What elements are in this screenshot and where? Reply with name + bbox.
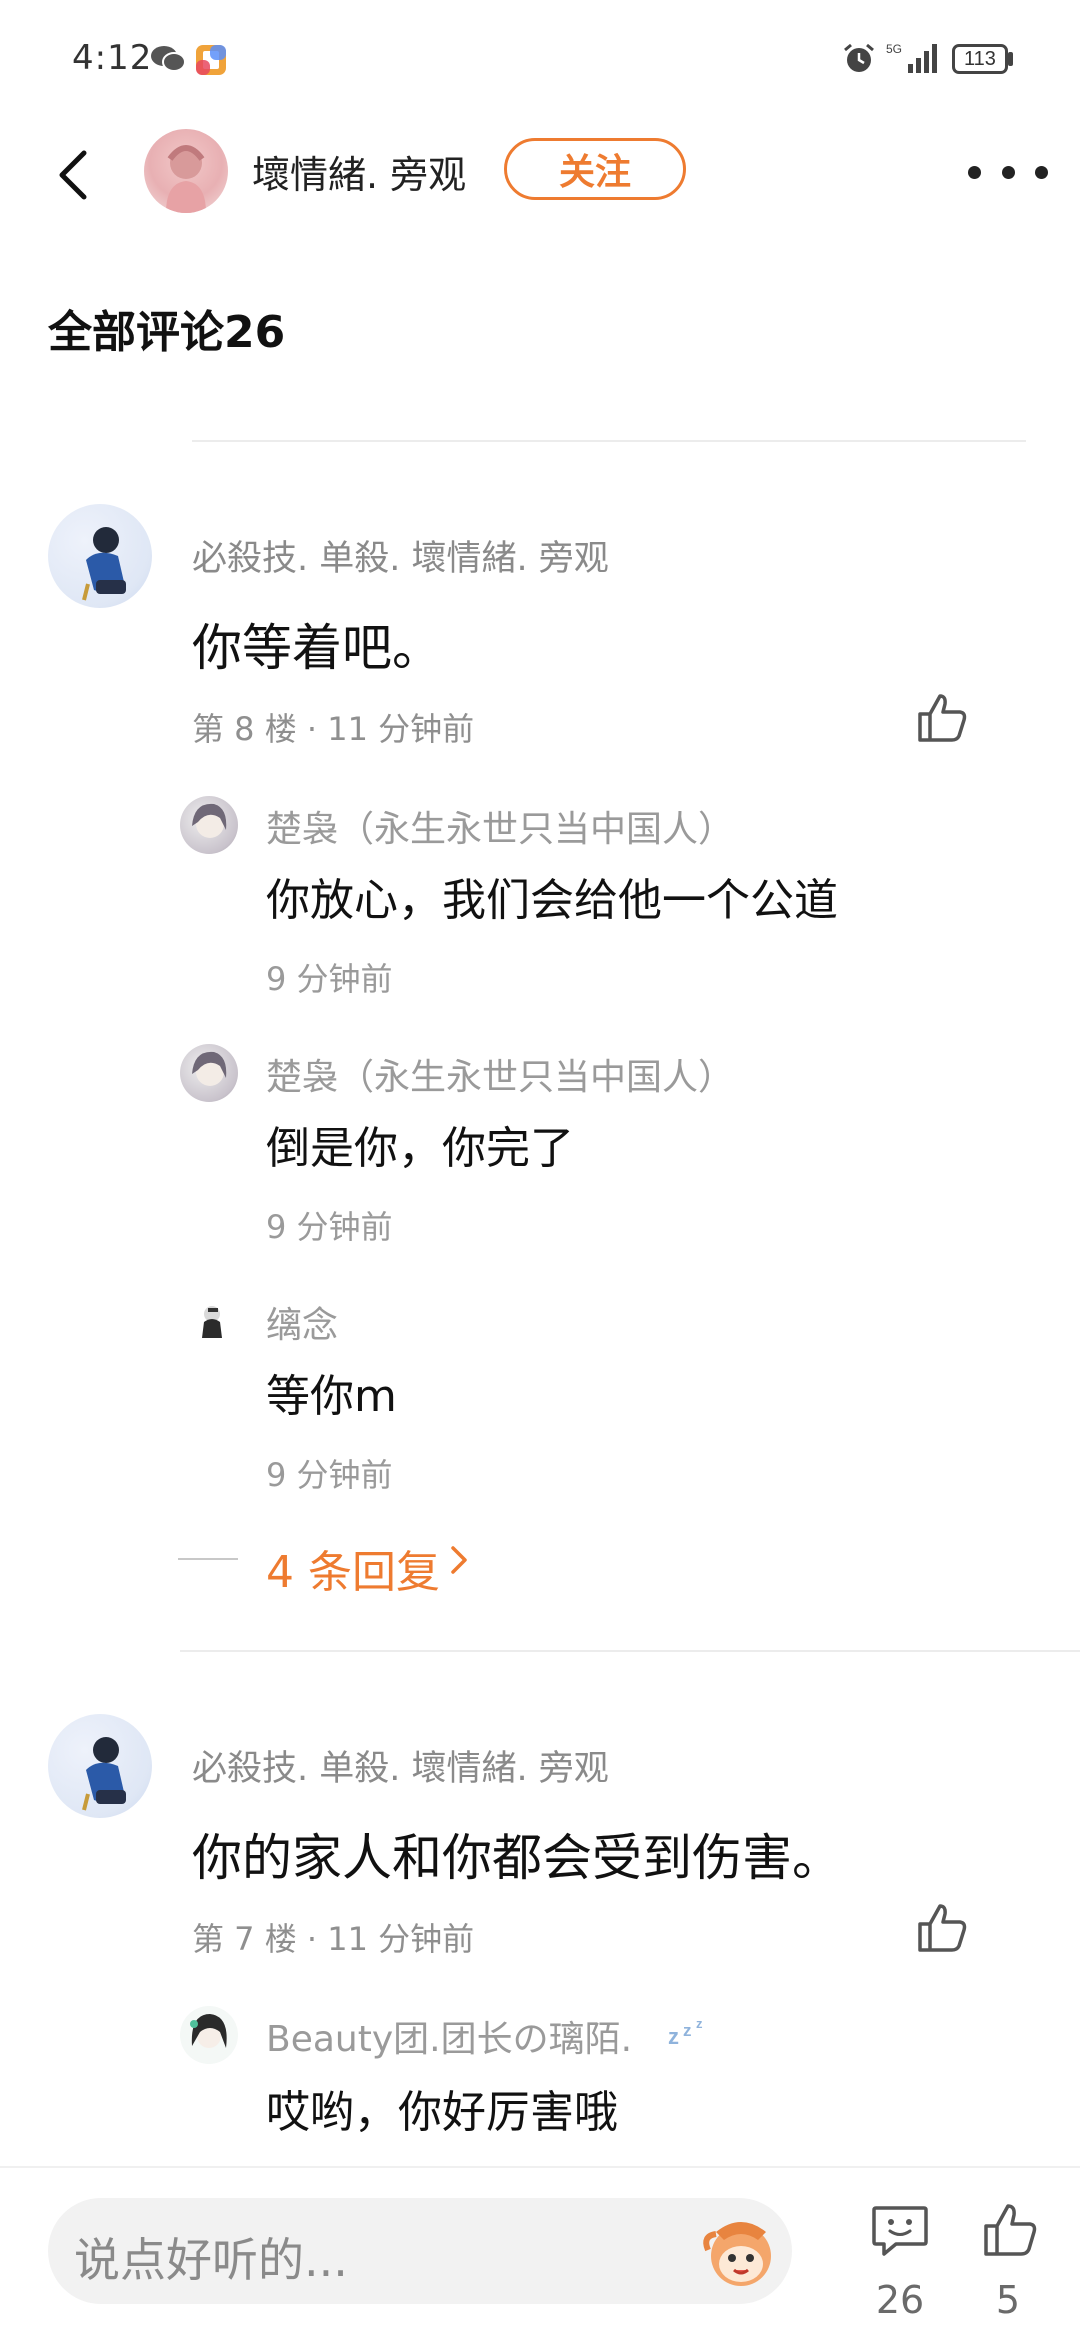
comment-meta: 第 8 楼 · 11 分钟前 <box>192 710 475 748</box>
more-replies-line <box>178 1558 238 1560</box>
more-options-icon[interactable] <box>968 152 1048 192</box>
svg-text:5G: 5G <box>886 42 902 56</box>
comment-avatar[interactable] <box>48 504 152 608</box>
reply-avatar[interactable] <box>180 2006 238 2064</box>
bottom-bar: 说点好听的... 26 5 <box>0 2166 1080 2340</box>
sleep-zzz-icon: z z z <box>668 2016 703 2048</box>
battery-icon: 113 <box>952 44 1008 74</box>
reply-text: 倒是你，你完了 <box>266 1123 574 1174</box>
svg-text:z: z <box>668 2024 679 2048</box>
reply-author[interactable]: 楚袅（永生永世只当中国人） <box>266 1048 734 1100</box>
reply-avatar[interactable] <box>180 796 238 854</box>
wechat-icon <box>151 46 186 72</box>
svg-text:z: z <box>683 2021 692 2040</box>
emoji-mascot-icon[interactable] <box>696 2206 786 2296</box>
status-time: 4:12 <box>72 38 153 78</box>
avatar-image <box>192 1051 227 1086</box>
reply-avatar[interactable] <box>180 1044 238 1102</box>
battery-tip <box>1008 52 1013 66</box>
avatar[interactable] <box>144 129 228 213</box>
like-count: 5 <box>995 2278 1021 2322</box>
signal-icon: 5G <box>886 42 937 73</box>
alarm-icon <box>844 43 874 72</box>
reply-time: 9 分钟前 <box>266 960 393 998</box>
back-button[interactable] <box>46 145 106 205</box>
comment-meta: 第 7 楼 · 11 分钟前 <box>192 1920 475 1958</box>
reply-author[interactable]: 楚袅（永生永世只当中国人） <box>266 800 734 852</box>
avatar-image <box>166 145 206 213</box>
avatar-image <box>82 1737 126 1811</box>
reply-text: 你放心，我们会给他一个公道 <box>266 875 838 926</box>
reply-text: 哎哟，你好厉害哦 <box>266 2087 618 2138</box>
app-notification-icon <box>196 45 226 75</box>
follow-button[interactable]: 关注 <box>504 138 686 200</box>
status-bar: 4:12 5G 113 <box>0 0 1080 120</box>
reply-time: 9 分钟前 <box>266 1456 393 1494</box>
comment-text: 你的家人和你都会受到伤害。 <box>192 1829 842 1887</box>
reply-text: 等你m <box>266 1371 397 1422</box>
like-icon[interactable] <box>980 2200 1040 2260</box>
top-nav: 壞情緒. 旁观 关注 <box>0 120 1080 230</box>
divider <box>180 1650 1080 1652</box>
avatar-image <box>82 527 126 601</box>
comment-input-placeholder: 说点好听的... <box>74 2233 348 2287</box>
comment-count: 26 <box>875 2278 925 2322</box>
reply-time: 9 分钟前 <box>266 1208 393 1246</box>
avatar-image <box>190 2014 227 2048</box>
reply-author[interactable]: 缡念 <box>266 1296 338 1348</box>
reply-avatar[interactable] <box>180 1292 238 1350</box>
like-icon[interactable] <box>914 1900 970 1956</box>
comment-author[interactable]: 必殺技. 单殺. 壞情緒. 旁观 <box>192 530 609 581</box>
section-title: 全部评论26 <box>48 307 286 358</box>
comment-author[interactable]: 必殺技. 单殺. 壞情緒. 旁观 <box>192 1740 609 1791</box>
comment-avatar[interactable] <box>48 1714 152 1818</box>
comments-icon[interactable] <box>870 2200 930 2260</box>
avatar-image <box>192 803 227 838</box>
comment-text: 你等着吧。 <box>192 619 442 677</box>
divider <box>192 440 1026 442</box>
comment-input[interactable]: 说点好听的... <box>48 2198 792 2304</box>
profile-name[interactable]: 壞情緒. 旁观 <box>252 144 466 199</box>
chevron-right-icon <box>451 1546 467 1574</box>
svg-text:z: z <box>696 2016 703 2031</box>
reply-author[interactable]: Beauty团.团长の璃陌. <box>266 2010 632 2062</box>
battery-level: 113 <box>964 47 996 70</box>
avatar-image <box>202 1306 222 1338</box>
more-replies-label: 4 条回复 <box>266 1547 440 1598</box>
like-icon[interactable] <box>914 690 970 746</box>
